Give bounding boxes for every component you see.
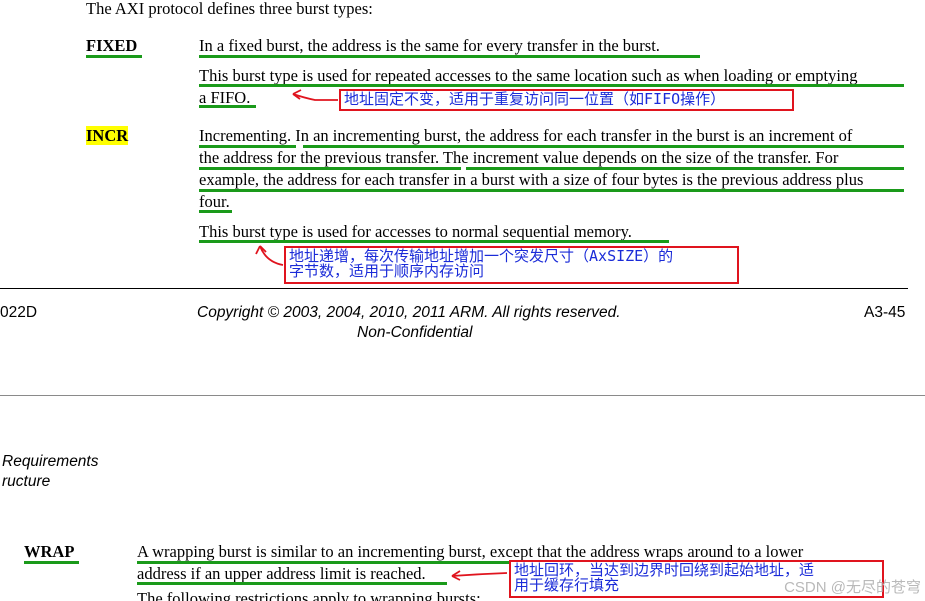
arrow-wrap xyxy=(451,572,508,577)
watermark: CSDN @无尽的苍穹 xyxy=(784,579,921,596)
annotation-arrows xyxy=(255,89,508,581)
